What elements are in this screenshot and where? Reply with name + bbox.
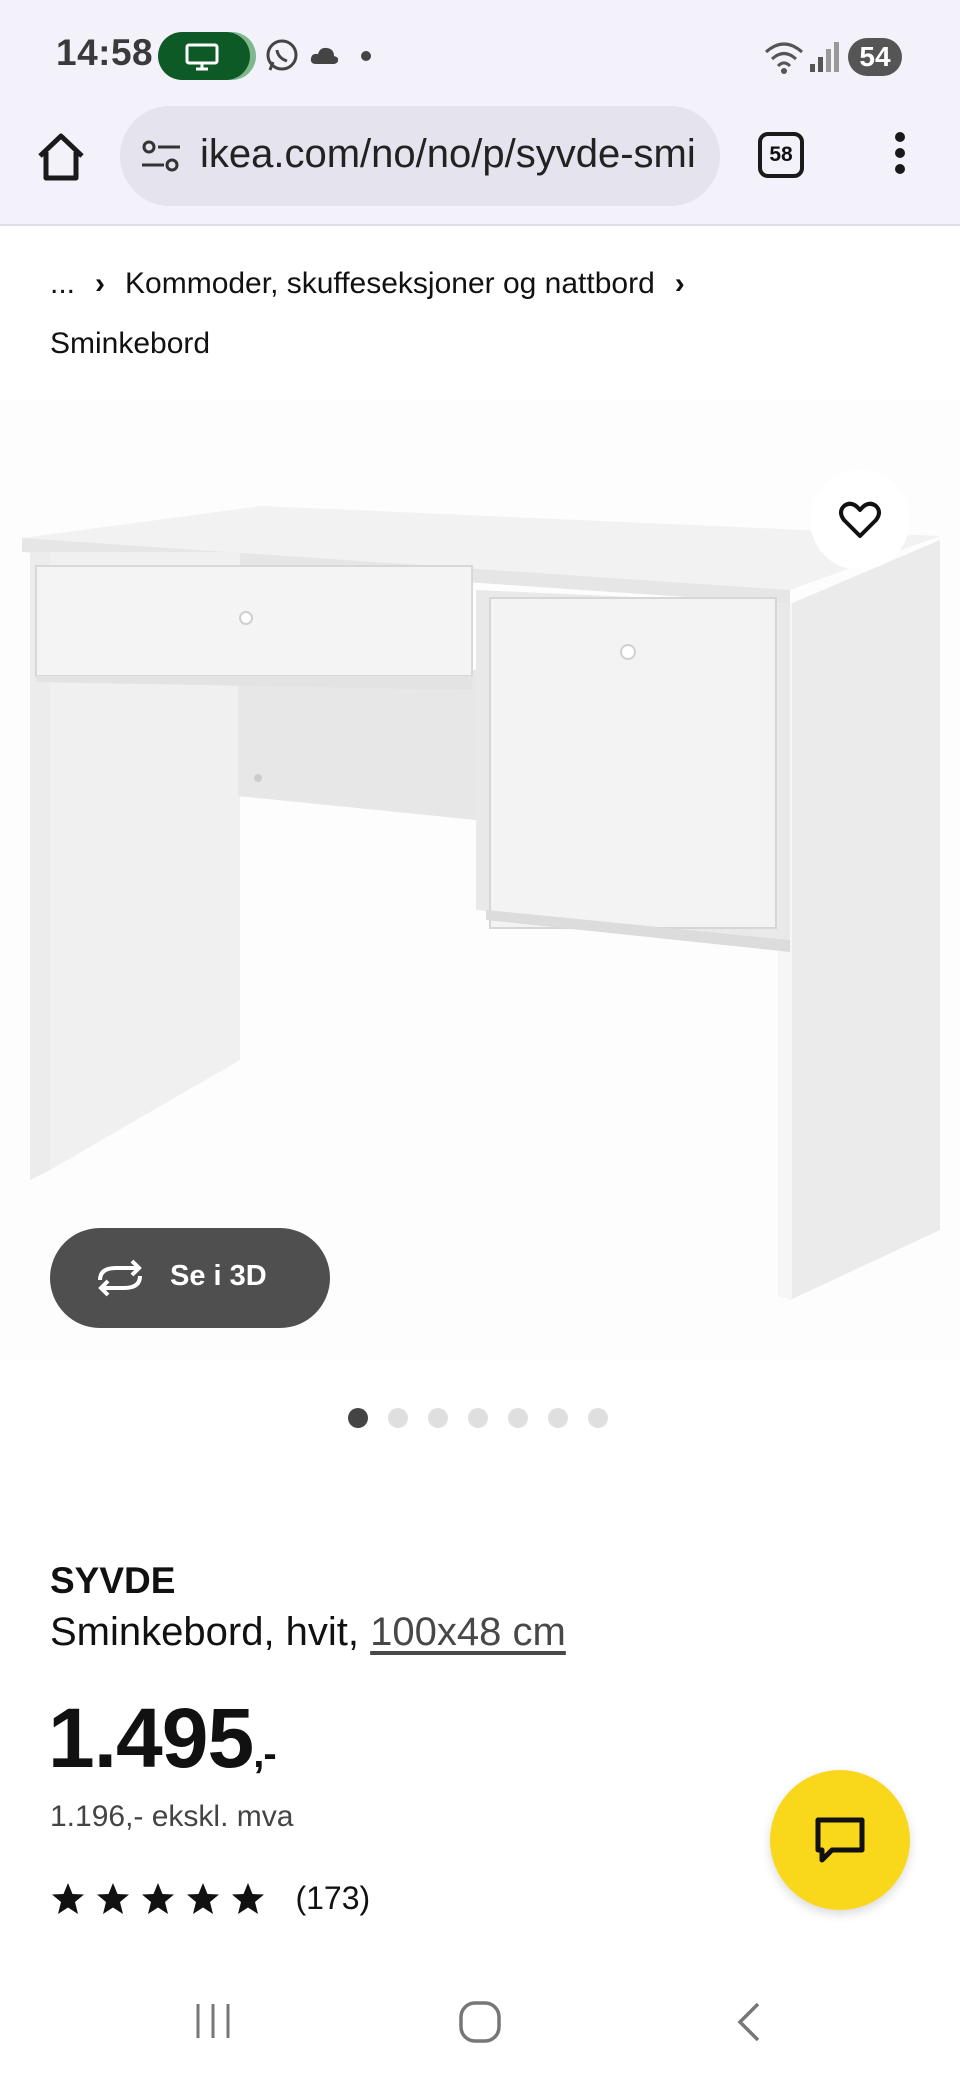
carousel-dot[interactable] — [388, 1408, 408, 1428]
address-bar[interactable]: ikea.com/no/no/p/syvde-smi — [120, 106, 720, 206]
carousel-indicator — [348, 1408, 628, 1428]
status-bar: 14:58 54 — [0, 0, 960, 106]
product-rating[interactable]: (173) — [50, 1880, 370, 1924]
breadcrumb-ellipsis[interactable]: ... — [50, 267, 75, 300]
screen-cast-icon — [185, 43, 219, 71]
product-size-link[interactable]: 100x48 cm — [370, 1610, 566, 1654]
chat-icon — [815, 1817, 865, 1863]
screen-cast-indicator — [158, 32, 250, 80]
price-suffix: ,- — [253, 1732, 276, 1776]
site-settings-icon[interactable] — [140, 138, 182, 174]
carousel-dot[interactable] — [548, 1408, 568, 1428]
battery-indicator: 54 — [848, 38, 902, 76]
favorite-button[interactable] — [810, 470, 910, 570]
home-nav-icon[interactable] — [458, 2000, 502, 2044]
cloud-icon — [310, 47, 339, 64]
wifi-icon — [765, 42, 803, 74]
product-name: SYVDE — [50, 1560, 176, 1601]
status-time: 14:58 — [56, 32, 154, 73]
view-3d-label: Se i 3D — [170, 1260, 267, 1292]
chevron-right-icon: › — [95, 267, 106, 300]
recent-apps-icon[interactable] — [192, 2000, 234, 2042]
back-icon[interactable] — [732, 2000, 766, 2044]
chevron-right-icon: › — [674, 267, 685, 300]
more-menu-icon[interactable] — [888, 132, 912, 182]
dot-icon — [361, 51, 371, 61]
product-price: 1.495,- — [48, 1690, 277, 1787]
product-type: Sminkebord, hvit, — [50, 1610, 360, 1654]
tab-switcher-button[interactable]: 58 — [758, 132, 804, 178]
browser-toolbar: ikea.com/no/no/p/syvde-smi 58 — [0, 106, 960, 226]
price-value: 1.495 — [48, 1691, 254, 1785]
breadcrumb-category-link[interactable]: Kommoder, skuffeseksjoner og nattbord — [125, 267, 655, 300]
product-description: Sminkebord, hvit, 100x48 cm — [50, 1610, 566, 1655]
star-icon — [232, 1882, 264, 1914]
home-icon[interactable] — [34, 130, 88, 184]
star-icon — [52, 1882, 84, 1914]
system-navigation-bar — [0, 1970, 960, 2080]
rating-count: (173) — [295, 1880, 371, 1916]
breadcrumb-current[interactable]: Sminkebord — [50, 327, 210, 360]
carousel-dot[interactable] — [428, 1408, 448, 1428]
whatsapp-icon — [266, 39, 298, 71]
carousel-dot[interactable] — [588, 1408, 608, 1428]
view-3d-button[interactable]: Se i 3D — [50, 1228, 330, 1328]
price-excl-vat: 1.196,- ekskl. mva — [50, 1800, 294, 1833]
star-icon — [142, 1882, 174, 1914]
carousel-dot[interactable] — [348, 1408, 368, 1428]
carousel-dot[interactable] — [508, 1408, 528, 1428]
star-icon — [97, 1882, 129, 1914]
heart-icon — [839, 501, 881, 538]
url-text[interactable]: ikea.com/no/no/p/syvde-smi — [200, 132, 700, 177]
chat-button[interactable] — [770, 1770, 910, 1910]
carousel-dot[interactable] — [468, 1408, 488, 1428]
signal-icon — [810, 42, 839, 72]
star-icon — [187, 1882, 219, 1914]
breadcrumb: ... › Kommoder, skuffeseksjoner og nattbor… — [50, 254, 930, 374]
rotate-3d-icon — [98, 1259, 142, 1297]
